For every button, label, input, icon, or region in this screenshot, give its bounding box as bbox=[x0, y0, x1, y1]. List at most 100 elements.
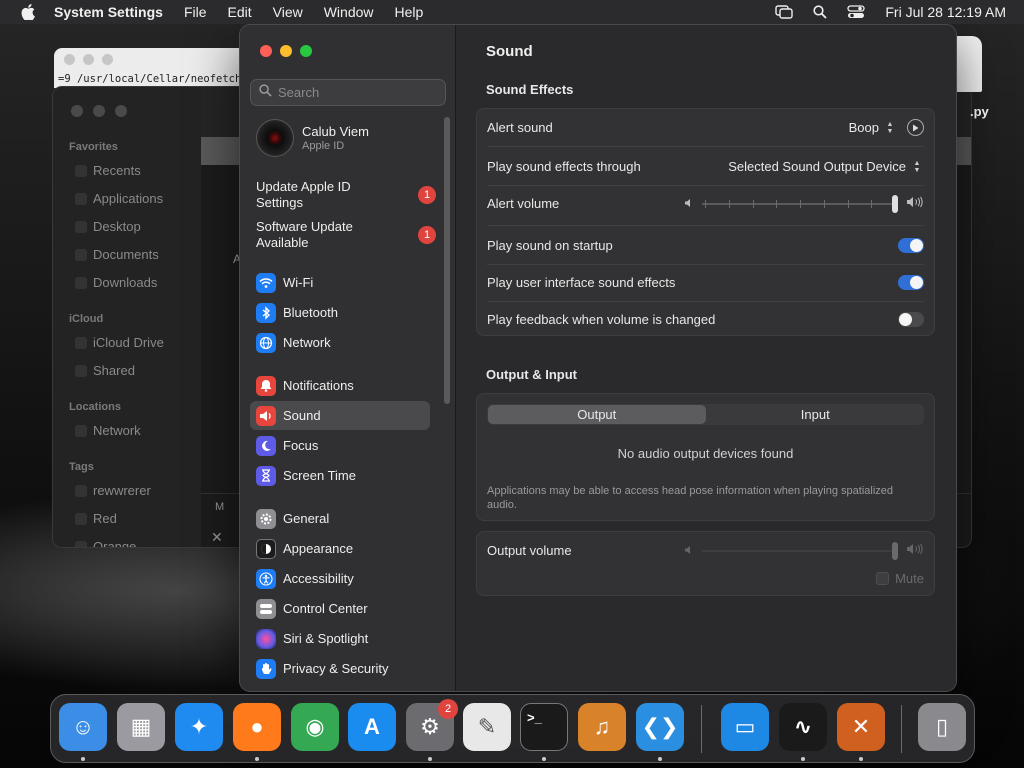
slider-tick bbox=[776, 199, 778, 208]
garageband-icon[interactable]: ♫ bbox=[578, 703, 626, 751]
finder-icon[interactable]: ☺ bbox=[59, 703, 107, 751]
sidebar-item-siri-spotlight[interactable]: Siri & Spotlight bbox=[250, 624, 430, 653]
finder-item-shared[interactable]: Shared bbox=[93, 363, 135, 378]
sidebar-scrollbar[interactable] bbox=[444, 117, 450, 404]
bluetooth-icon bbox=[256, 302, 276, 323]
menu-view[interactable]: View bbox=[273, 4, 303, 20]
sidebar-item-notifications[interactable]: Notifications bbox=[250, 371, 430, 400]
finder-item-applications[interactable]: Applications bbox=[93, 191, 163, 206]
alert-sound-label: Alert sound bbox=[487, 120, 553, 135]
search-input[interactable] bbox=[278, 85, 438, 100]
page-title: Sound bbox=[486, 43, 533, 60]
mute-checkbox[interactable]: Mute bbox=[876, 571, 924, 586]
ui-sound-effects-toggle[interactable] bbox=[898, 275, 924, 290]
finder-tag-red[interactable]: Red bbox=[93, 511, 117, 526]
account-name: Calub Viem bbox=[302, 124, 369, 139]
finder-close-icon[interactable]: ✕ bbox=[211, 529, 223, 546]
finder-minimize-button[interactable] bbox=[93, 105, 105, 117]
x11-icon[interactable]: ✕ bbox=[837, 703, 885, 751]
menu-edit[interactable]: Edit bbox=[228, 4, 252, 20]
desktop-file-label[interactable]: .py bbox=[970, 104, 989, 119]
apple-id-account[interactable]: Calub Viem Apple ID bbox=[256, 119, 369, 157]
finder-item-network[interactable]: Network bbox=[93, 423, 141, 438]
sidebar-item-sound[interactable]: Sound bbox=[250, 401, 430, 430]
output-volume-label: Output volume bbox=[487, 543, 572, 558]
sidebar-item-general[interactable]: General bbox=[250, 504, 430, 533]
update-apple-id-notice[interactable]: Update Apple ID Settings 1 bbox=[256, 179, 436, 211]
menu-window[interactable]: Window bbox=[324, 4, 374, 20]
finder-tag-rewwrerer[interactable]: rewwrerer bbox=[93, 483, 151, 498]
trash-icon[interactable]: ▯ bbox=[918, 703, 966, 751]
minimize-window-button[interactable] bbox=[280, 45, 292, 57]
finder-column-header-right bbox=[955, 137, 971, 165]
finder-item-desktop[interactable]: Desktop bbox=[93, 219, 141, 234]
sidebar-item-label: Screen Time bbox=[283, 468, 356, 483]
terminal-icon[interactable]: >_ bbox=[520, 703, 568, 751]
notice-badge: 1 bbox=[418, 186, 436, 204]
sidebar-item-screen-time[interactable]: Screen Time bbox=[250, 461, 430, 490]
finder-tag-orange[interactable]: Orange bbox=[93, 539, 136, 547]
sidebar-item-focus[interactable]: Focus bbox=[250, 431, 430, 460]
sidebar-item-bluetooth[interactable]: Bluetooth bbox=[250, 298, 430, 327]
output-volume-slider[interactable] bbox=[702, 541, 898, 560]
keynote-icon[interactable]: ▭ bbox=[721, 703, 769, 751]
output-input-group: Output Input No audio output devices fou… bbox=[476, 393, 935, 521]
textedit-icon[interactable]: ✎ bbox=[463, 703, 511, 751]
finder-sidebar: Favorites Recents Applications Desktop D… bbox=[53, 87, 201, 547]
sidebar-item-privacy-security[interactable]: Privacy & Security bbox=[250, 654, 430, 683]
terminal-zoom-button[interactable] bbox=[102, 54, 113, 65]
menu-clock[interactable]: Fri Jul 28 12:19 AM bbox=[885, 4, 1006, 20]
chrome-icon[interactable]: ◉ bbox=[291, 703, 339, 751]
app-store-icon[interactable]: A bbox=[348, 703, 396, 751]
safari-icon[interactable]: ✦ bbox=[175, 703, 223, 751]
desktop-file-icon[interactable] bbox=[956, 36, 982, 92]
sidebar-item-appearance[interactable]: Appearance bbox=[250, 534, 430, 563]
finder-close-button[interactable] bbox=[71, 105, 83, 117]
terminal-close-button[interactable] bbox=[64, 54, 75, 65]
firefox-icon[interactable]: ● bbox=[233, 703, 281, 751]
sidebar-item-network[interactable]: Network bbox=[250, 328, 430, 357]
finder-item-downloads[interactable]: Downloads bbox=[93, 275, 157, 290]
menu-app-name[interactable]: System Settings bbox=[54, 4, 163, 20]
search-field[interactable] bbox=[250, 79, 446, 106]
terminal-minimize-button[interactable] bbox=[83, 54, 94, 65]
finder-item-documents[interactable]: Documents bbox=[93, 247, 159, 262]
apple-menu-icon[interactable] bbox=[18, 4, 38, 20]
icloud-drive-icon bbox=[75, 337, 87, 349]
slider-thumb[interactable] bbox=[892, 194, 898, 213]
sidebar-item-accessibility[interactable]: Accessibility bbox=[250, 564, 430, 593]
tag-orange-dot-icon bbox=[75, 541, 87, 547]
notice-text: Update Apple ID Settings bbox=[256, 179, 351, 210]
play-through-label: Play sound effects through bbox=[487, 159, 641, 174]
play-through-popup[interactable]: Selected Sound Output Device ▲ ▼ bbox=[728, 158, 924, 176]
menu-file[interactable]: File bbox=[184, 4, 207, 20]
notice-badge: 1 bbox=[418, 226, 436, 244]
control-center-menu-icon[interactable] bbox=[847, 5, 866, 19]
volume-feedback-toggle[interactable] bbox=[898, 312, 924, 327]
slider-thumb[interactable] bbox=[892, 541, 898, 560]
slider-tick bbox=[752, 199, 754, 208]
tab-output[interactable]: Output bbox=[488, 405, 706, 424]
software-update-notice[interactable]: Software Update Available 1 bbox=[256, 219, 436, 251]
startup-sound-toggle[interactable] bbox=[898, 238, 924, 253]
sidebar-item-wifi[interactable]: Wi-Fi bbox=[250, 268, 430, 297]
spotlight-search-icon[interactable] bbox=[813, 5, 828, 19]
sidebar-item-label: Appearance bbox=[283, 541, 354, 556]
terminal-window[interactable]: =9 /usr/local/Cellar/neofetch bbox=[54, 48, 254, 88]
window-switcher-icon[interactable] bbox=[775, 5, 794, 19]
play-alert-button[interactable] bbox=[907, 119, 924, 136]
tab-input[interactable]: Input bbox=[707, 404, 925, 425]
vscode-icon[interactable]: ❮❯ bbox=[636, 703, 684, 751]
sidebar-item-control-center[interactable]: Control Center bbox=[250, 594, 430, 623]
alert-sound-popup[interactable]: Boop ▲ ▼ bbox=[849, 119, 897, 137]
finder-item-recents[interactable]: Recents bbox=[93, 163, 141, 178]
close-window-button[interactable] bbox=[260, 45, 272, 57]
alert-sound-row: Alert sound Boop ▲ ▼ bbox=[487, 109, 924, 146]
zoom-window-button[interactable] bbox=[300, 45, 312, 57]
launchpad-icon[interactable]: ▦ bbox=[117, 703, 165, 751]
menu-help[interactable]: Help bbox=[395, 4, 424, 20]
alert-volume-slider[interactable] bbox=[702, 194, 898, 213]
finder-item-icloud-drive[interactable]: iCloud Drive bbox=[93, 335, 164, 350]
finder-zoom-button[interactable] bbox=[115, 105, 127, 117]
activity-monitor-icon[interactable]: ∿ bbox=[779, 703, 827, 751]
